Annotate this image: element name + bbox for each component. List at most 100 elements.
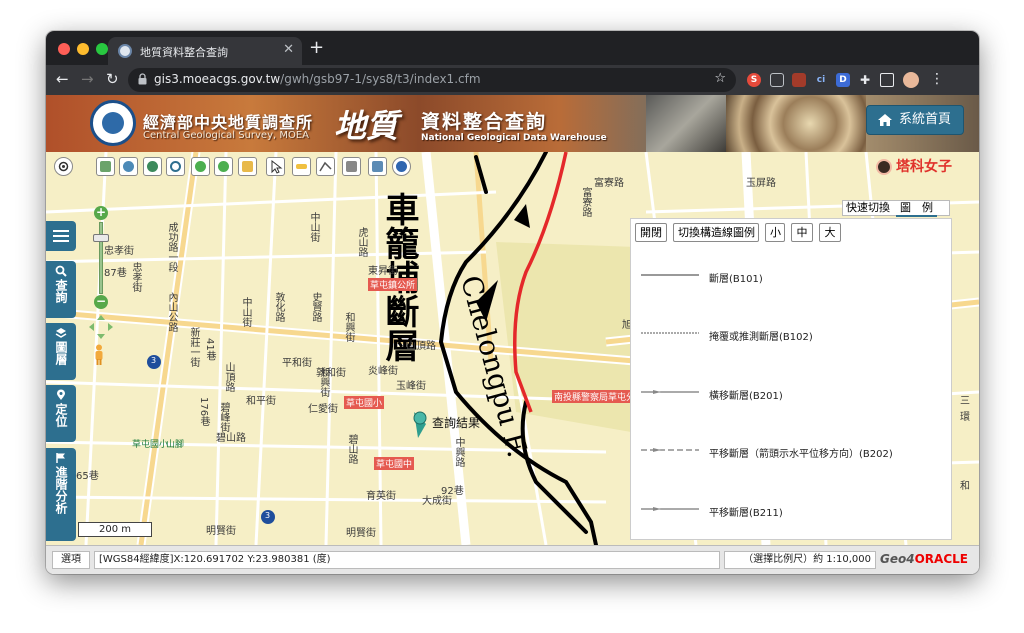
world-search-icon [147,161,158,172]
scale-selector[interactable]: （選擇比例尺）約 1:10,000 [724,551,876,569]
back-icon[interactable]: ← [56,70,69,88]
earth-icon [396,161,407,172]
magnify-button[interactable] [166,157,185,176]
zoom-in-tool-button[interactable] [191,157,210,176]
street-label: 三 [960,396,970,407]
map-type-button[interactable] [96,157,115,176]
address-bar[interactable]: gis3.moeacgs.gov.tw/gwh/gsb97-1/sys8/t3/… [128,68,736,92]
legend-item: 橫移斷層(B201) [641,386,941,402]
org-name-en: Central Geological Survey, MOEA [143,130,310,141]
locate-panel-button[interactable]: 定位 [46,385,76,442]
street-label: 明賢街 [346,528,376,539]
close-tab-icon[interactable]: ✕ [283,42,294,57]
extensions-puzzle-icon[interactable]: ✚ [858,73,872,87]
lateral-fault-arrow-symbol [641,448,699,452]
status-bar: 選項 [WGS84經緯度]X:120.691702 Y:23.980381 (度… [46,545,979,574]
zoom-extent-button[interactable] [143,157,162,176]
pointer-icon [271,159,283,174]
tab-strip: 地質資料整合查詢 ✕ + [46,31,979,65]
street-label: 富寮路 [580,187,591,217]
map-type-icon [100,161,111,172]
street-label: 87巷 [104,268,127,279]
extension-s-icon[interactable]: S [747,73,761,87]
extension-ci-icon[interactable]: ci [814,73,828,87]
advanced-analysis-button[interactable]: 進階分析 [46,448,76,541]
poi-label: 山腳 [166,440,185,450]
layer-tool-button[interactable] [119,157,138,176]
site-banner: 經濟部中央地質調查所 Central Geological Survey, MO… [46,95,979,152]
quick-switch[interactable]: 快速切換圖 例 [842,200,950,217]
zoom-slider-track[interactable] [99,222,103,294]
new-tab-icon[interactable]: + [309,37,324,58]
globe-icon [123,161,134,172]
printer-icon [346,161,357,172]
street-label: 玉屏路 [746,178,776,189]
layers-panel-button[interactable]: 圖層 [46,323,76,380]
measure-button[interactable] [292,157,311,176]
street-label: 忠孝街 [104,246,134,257]
pocket-icon[interactable] [770,73,784,87]
street-label: 山頂路 [406,341,436,352]
path-tool-button[interactable] [316,157,335,176]
zoom-slider-thumb[interactable] [93,234,109,242]
toggle-legend-button[interactable]: 開閉 [635,223,667,242]
extension-book-icon[interactable] [792,73,806,87]
street-label: 明賢街 [206,526,236,537]
globe-tool-button[interactable] [392,157,411,176]
extension-d-icon[interactable]: D [836,73,850,87]
zoom-out-button[interactable]: − [94,295,108,309]
size-small-button[interactable]: 小 [765,223,785,242]
scale-bar: 200 m [78,522,152,537]
cast-icon[interactable] [880,73,894,87]
street-label: 新莊一街 [188,327,199,367]
query-pin-icon [413,411,427,438]
ruler-icon [296,164,307,169]
home-icon [878,114,892,126]
reload-icon[interactable]: ↻ [106,70,119,88]
zoom-out-tool-button[interactable] [214,157,233,176]
map-canvas[interactable]: 車籠埔斷層 Chelongpu F. 成功路一段 內山公路 中山街 中山街 和平… [46,152,979,545]
select-tool-button[interactable] [266,157,285,176]
magnify-icon [170,161,181,172]
size-medium-button[interactable]: 中 [791,223,813,242]
maximize-window-dot[interactable] [96,43,108,55]
street-label: 和平街 [246,396,276,407]
street-label: 仁愛街 [308,404,338,415]
plus-circle-icon [195,161,206,172]
close-window-dot[interactable] [58,43,70,55]
star-map-icon [242,161,253,172]
forward-icon[interactable]: → [81,70,94,88]
bookmark-star-icon[interactable]: ☆ [714,71,726,86]
size-large-button[interactable]: 大 [819,223,841,242]
lateral-fault-symbol [641,507,699,511]
locate-button[interactable] [54,157,73,176]
crosshair-icon [58,161,69,172]
profile-avatar[interactable] [903,72,919,88]
tab-legend[interactable]: 圖 例 [896,201,937,217]
geo4-oracle-logo: Geo4ORACLE [880,552,968,566]
home-button[interactable]: 系統首頁 [866,105,964,135]
browser-toolbar: ← → ↻ gis3.moeacgs.gov.tw/gwh/gsb97-1/sy… [46,65,979,95]
browser-tab[interactable]: 地質資料整合查詢 ✕ [108,37,302,65]
locate-panel-label: 定位 [54,403,68,427]
menu-button[interactable] [46,221,76,251]
flag-icon [56,453,65,463]
street-label: 玉峰街 [396,381,426,392]
street-label: 育英街 [366,491,396,502]
switch-structure-legend-button[interactable]: 切換構造線圖例 [673,223,759,242]
options-button[interactable]: 選項 [52,551,90,569]
banner-rock-photo [646,95,726,152]
zoom-in-button[interactable]: + [94,206,108,220]
menu-kebab-icon[interactable]: ⋮ [930,71,944,87]
street-label: 平和街 [282,358,312,369]
street-label: 史賢路 [310,292,321,322]
print-button[interactable] [342,157,361,176]
minimize-window-dot[interactable] [77,43,89,55]
street-label: 炎峰街 [368,366,398,377]
system-title: 資料整合查詢 [421,111,548,133]
full-extent-button[interactable] [238,157,257,176]
query-panel-button[interactable]: 查詢 [46,261,76,318]
pegman-icon[interactable] [94,344,104,366]
pan-control-icon[interactable] [88,314,114,340]
screenshot-button[interactable] [368,157,387,176]
